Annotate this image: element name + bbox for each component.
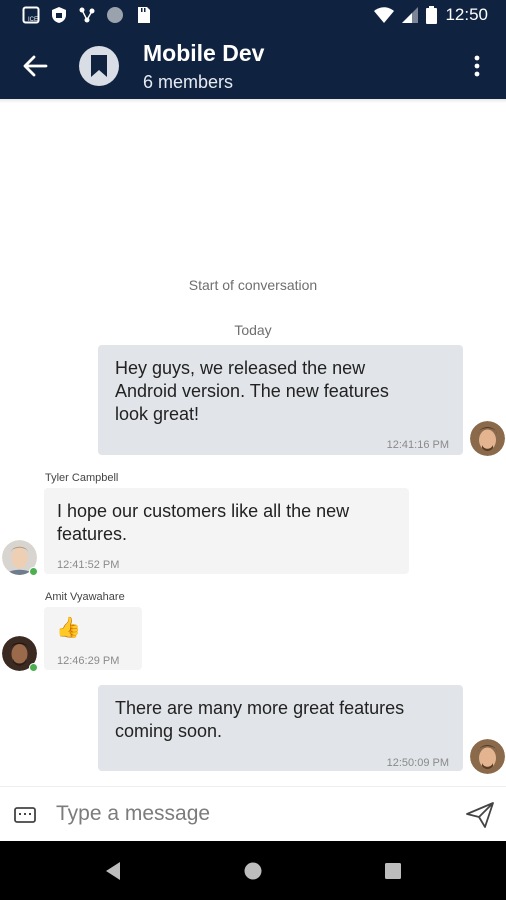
- sender-name: Amit Vyawahare: [45, 591, 125, 603]
- status-bar-notifications: ICE: [22, 6, 152, 24]
- group-avatar[interactable]: [79, 46, 119, 86]
- back-arrow-icon: [23, 55, 48, 77]
- status-bar-system: 12:50: [374, 5, 488, 25]
- message-line: Hey guys, we released the new: [115, 358, 366, 378]
- message-timestamp: 12:46:29 PM: [57, 655, 120, 667]
- message-line: coming soon.: [115, 721, 223, 741]
- message-timestamp: 12:41:16 PM: [386, 439, 449, 451]
- message-bubble-incoming[interactable]: I hope our customers like all the new fe…: [44, 488, 409, 574]
- screen-icon: ICE: [22, 6, 40, 24]
- nav-recents-button[interactable]: [381, 859, 405, 883]
- sd-card-icon: [138, 7, 150, 23]
- nav-home-icon: [244, 862, 262, 880]
- message-input[interactable]: [56, 797, 446, 831]
- message-line: Android version. The new features: [115, 381, 389, 401]
- status-time: 12:50: [445, 5, 488, 24]
- message-composer: [0, 786, 506, 841]
- shield-icon: [52, 7, 66, 23]
- thumbs-up-emoji: 👍: [56, 617, 81, 639]
- nav-recents-icon: [385, 863, 401, 879]
- avatar-self[interactable]: [470, 739, 505, 774]
- app-bar: Mobile Dev 6 members: [0, 32, 506, 99]
- message-timestamp: 12:41:52 PM: [57, 559, 120, 571]
- header-shadow: [0, 99, 506, 103]
- message-line: There are many more great features: [115, 698, 405, 718]
- date-separator: Today: [234, 322, 272, 338]
- sender-name: Tyler Campbell: [45, 472, 119, 484]
- send-icon[interactable]: [464, 799, 496, 831]
- message-bubble-incoming[interactable]: 👍 12:46:29 PM: [44, 607, 142, 670]
- more-vert-icon: [474, 55, 480, 77]
- avatar-self[interactable]: [470, 421, 505, 456]
- user-photo: [470, 739, 505, 774]
- signal-icon: [402, 7, 419, 23]
- circle-icon: [107, 7, 123, 23]
- hub-icon: [79, 7, 95, 23]
- message-line: features.: [57, 524, 128, 544]
- message-line: look great!: [115, 404, 200, 424]
- online-status-indicator: [29, 567, 38, 576]
- svg-text:ICE: ICE: [28, 17, 38, 23]
- avatar-amit-vyawahare[interactable]: [2, 636, 38, 672]
- back-button[interactable]: [18, 49, 52, 83]
- wifi-icon: [374, 7, 395, 23]
- message-text: I hope our customers like all the new fe…: [57, 500, 402, 546]
- message-bubble-outgoing[interactable]: Hey guys, we released the new Android ve…: [98, 345, 463, 455]
- battery-icon: [426, 6, 438, 24]
- message-bubble-outgoing[interactable]: There are many more great features comin…: [98, 685, 463, 771]
- keyboard-icon[interactable]: [14, 806, 36, 824]
- nav-back-button[interactable]: [101, 859, 125, 883]
- message-text: Hey guys, we released the new Android ve…: [115, 357, 455, 426]
- system-navigation-bar: [0, 841, 506, 900]
- more-options-button[interactable]: [462, 49, 492, 83]
- user-photo: [470, 421, 505, 456]
- app-header: ICE 12:50 Mobile Dev 6 members: [0, 0, 506, 99]
- message-timestamp: 12:50:09 PM: [386, 757, 449, 769]
- nav-back-icon: [106, 862, 120, 880]
- conversation-start-label: Start of conversation: [188, 277, 318, 293]
- nav-home-button[interactable]: [241, 859, 265, 883]
- bookmark-icon: [91, 55, 107, 77]
- message-line: I hope our customers like all the new: [57, 501, 350, 521]
- avatar-tyler-campbell[interactable]: [2, 540, 38, 576]
- status-bar: ICE 12:50: [0, 0, 506, 32]
- online-status-indicator: [29, 663, 38, 672]
- message-text: There are many more great features comin…: [115, 697, 455, 743]
- member-count[interactable]: 6 members: [143, 72, 233, 93]
- conversation-title[interactable]: Mobile Dev: [143, 40, 264, 67]
